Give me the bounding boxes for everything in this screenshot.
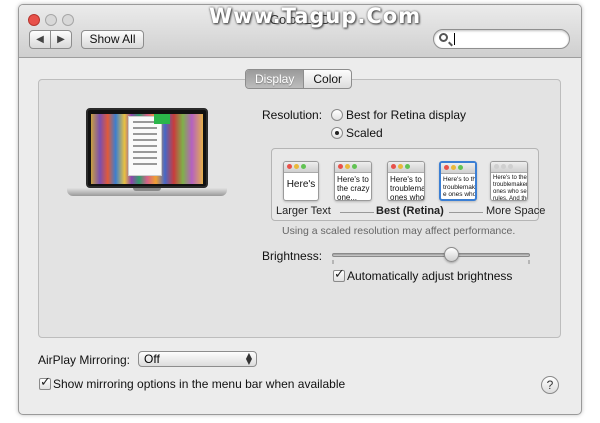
search-field[interactable]	[433, 29, 570, 49]
help-button[interactable]: ?	[541, 376, 559, 394]
airplay-mirroring-select[interactable]: Off ▲ ▼	[138, 351, 257, 367]
radio-best-for-retina[interactable]	[331, 109, 343, 121]
brightness-slider-track[interactable]	[332, 253, 530, 257]
preview-text: Here's	[286, 179, 316, 190]
document-thumbnail	[128, 116, 162, 176]
updown-arrows-icon: ▲ ▼	[245, 351, 252, 366]
show-mirroring-label[interactable]: Show mirroring options in the menu bar w…	[53, 377, 345, 391]
search-input[interactable]	[454, 32, 562, 46]
radio-scaled[interactable]	[331, 127, 343, 139]
larger-text-label: Larger Text	[276, 205, 331, 217]
preview-text: Here's to the cr troublemakers. Th ones …	[493, 175, 528, 201]
brightness-label: Brightness:	[262, 249, 323, 263]
titlebar: Color LCD Www.Tagup.Com ◀ ▶ Show All	[19, 5, 581, 58]
scale-divider-right	[449, 212, 483, 213]
laptop-display-icon	[86, 108, 208, 188]
scale-option-best-retina[interactable]: Here's to the troublemake ones who s	[387, 161, 425, 201]
search-icon	[439, 33, 448, 42]
watermark: Www.Tagup.Com	[209, 4, 422, 28]
green-window-thumbnail	[154, 114, 170, 124]
laptop-notch	[133, 188, 161, 191]
tab-color[interactable]: Color	[304, 70, 351, 88]
tab-bar: Display Color	[245, 69, 353, 89]
show-all-button[interactable]: Show All	[81, 30, 144, 49]
scale-divider-left	[340, 212, 374, 213]
airplay-mirroring-label: AirPlay Mirroring:	[38, 353, 131, 367]
scale-option-larger-text[interactable]: Here's	[283, 161, 319, 201]
tab-display[interactable]: Display	[246, 70, 305, 88]
preview-text: Here's to the crazy one...	[337, 175, 370, 201]
scale-option-2[interactable]: Here's to the crazy one...	[334, 161, 372, 201]
preview-text: Here's to the troublemake ones who s	[390, 175, 425, 201]
auto-brightness-label[interactable]: Automatically adjust brightness	[347, 269, 512, 283]
show-mirroring-checkbox[interactable]	[39, 375, 51, 390]
best-for-retina-label[interactable]: Best for Retina display	[346, 108, 466, 122]
scale-option-more-space[interactable]: Here's to the cr troublemakers. Th ones …	[490, 161, 528, 201]
back-arrow-icon[interactable]: ◀	[30, 31, 51, 48]
best-retina-label: Best (Retina)	[376, 205, 444, 217]
back-forward-control[interactable]: ◀ ▶	[29, 30, 72, 49]
scaled-label[interactable]: Scaled	[346, 126, 383, 140]
scale-option-4-selected[interactable]: Here's to the c troublemakers e ones who…	[439, 161, 477, 201]
performance-note: Using a scaled resolution may affect per…	[282, 225, 516, 237]
resolution-label: Resolution:	[262, 108, 323, 122]
more-space-label: More Space	[486, 205, 546, 217]
brightness-slider-ticks	[332, 260, 530, 264]
forward-arrow-icon[interactable]: ▶	[51, 31, 71, 48]
brightness-slider-knob[interactable]	[443, 247, 459, 262]
auto-brightness-checkbox[interactable]	[333, 267, 345, 282]
airplay-mirroring-value: Off	[144, 352, 160, 366]
preview-text: Here's to the c troublemakers e ones who…	[443, 176, 477, 199]
